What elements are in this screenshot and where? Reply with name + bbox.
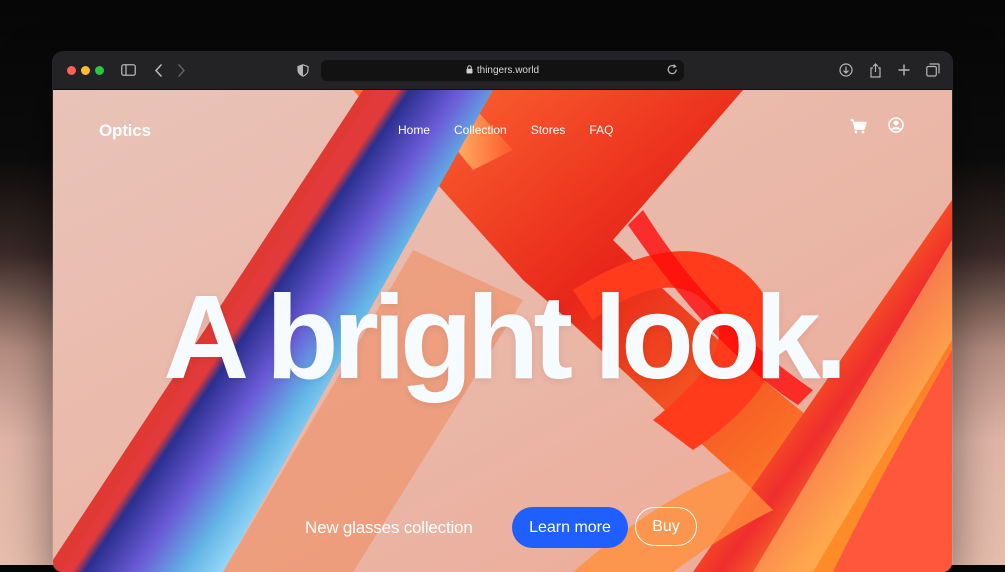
browser-toolbar: thingers.world [53,52,952,90]
new-tab-icon[interactable] [896,62,912,78]
nav-faq[interactable]: FAQ [589,123,613,137]
site-logo[interactable]: Optics [99,121,151,141]
nav-stores[interactable]: Stores [531,123,566,137]
cart-icon[interactable] [850,119,867,139]
minimize-icon[interactable] [81,66,90,75]
tab-overview-icon[interactable] [925,62,941,78]
account-icon[interactable] [888,117,904,138]
site-nav: Home Collection Stores FAQ [398,123,637,137]
zoom-icon[interactable] [95,66,104,75]
hero-headline: A bright look. [163,271,847,404]
forward-icon[interactable] [173,62,189,78]
web-page: Optics Home Collection Stores FAQ A brig… [53,90,952,572]
nav-home[interactable]: Home [398,123,430,137]
download-icon[interactable] [838,62,854,78]
sidebar-icon[interactable] [120,62,136,78]
nav-collection[interactable]: Collection [454,123,507,137]
privacy-shield-icon[interactable] [295,62,311,78]
address-bar[interactable]: thingers.world [321,60,684,81]
back-icon[interactable] [150,62,166,78]
learn-more-button[interactable]: Learn more [512,507,628,548]
hero-subtitle: New glasses collection [305,518,473,537]
url-text: thingers.world [476,65,540,76]
buy-button[interactable]: Buy [635,507,697,546]
share-icon[interactable] [867,62,883,78]
reload-icon[interactable] [667,64,678,79]
browser-window: thingers.world Optics Home Collection St… [53,52,952,572]
close-icon[interactable] [67,66,76,75]
lock-icon [466,64,473,77]
